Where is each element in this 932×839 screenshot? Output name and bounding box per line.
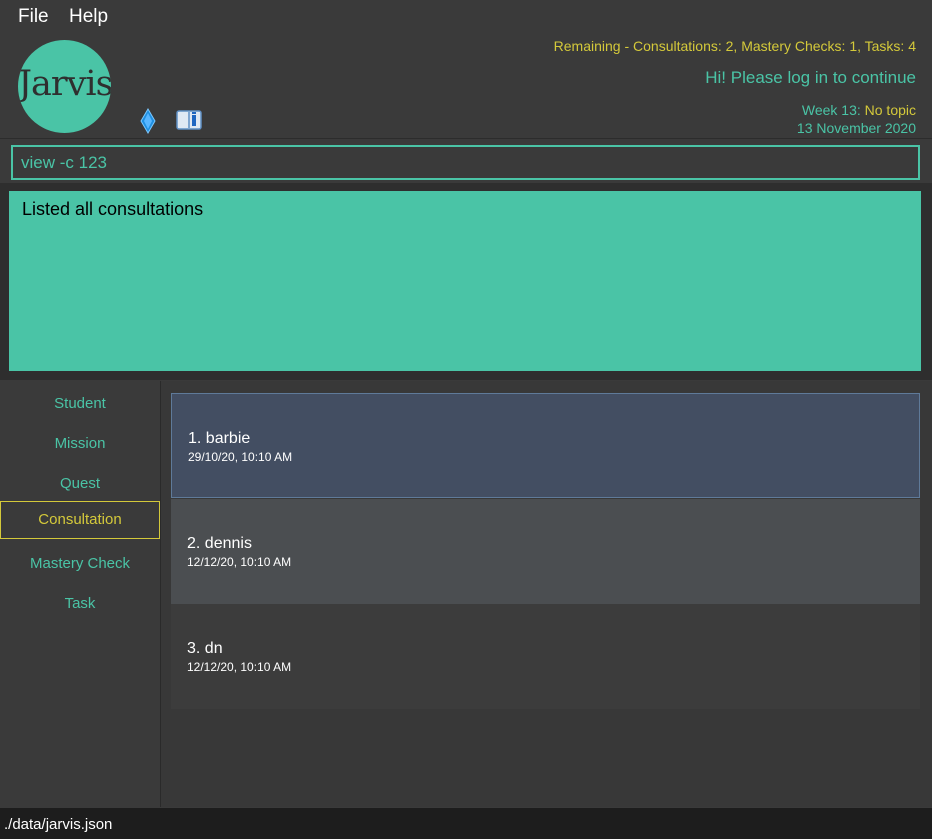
sidebar-item-consultation[interactable]: Consultation xyxy=(0,501,160,539)
logo-text: Jarvis xyxy=(18,64,111,104)
sidebar: Student Mission Quest Consultation Maste… xyxy=(0,381,161,807)
result-display: Listed all consultations xyxy=(9,191,921,371)
sidebar-item-mission[interactable]: Mission xyxy=(0,426,160,464)
consultation-title: 1. barbie xyxy=(188,430,251,447)
header-divider xyxy=(0,138,932,139)
week-topic: No topic xyxy=(864,102,916,118)
consultation-list: 1. barbie 29/10/20, 10:10 AM 2. dennis 1… xyxy=(161,381,932,807)
menu-file[interactable]: File xyxy=(18,6,49,28)
sidebar-item-mastery-check[interactable]: Mastery Check xyxy=(0,546,160,584)
login-greeting: Hi! Please log in to continue xyxy=(705,68,916,87)
consultation-datetime: 12/12/20, 10:10 AM xyxy=(187,555,292,569)
list-item[interactable]: 3. dn 12/12/20, 10:10 AM xyxy=(171,604,920,709)
command-input[interactable] xyxy=(11,145,920,180)
jarvis-logo: Jarvis xyxy=(18,40,111,133)
consultation-title: 2. dennis xyxy=(187,535,252,552)
consultation-datetime: 12/12/20, 10:10 AM xyxy=(187,660,292,674)
result-panel: Listed all consultations xyxy=(0,183,932,380)
current-date: 13 November 2020 xyxy=(796,120,916,136)
user-guide-icon[interactable] xyxy=(176,109,202,131)
week-info: Week 13: No topic xyxy=(802,102,916,118)
list-item[interactable]: 1. barbie 29/10/20, 10:10 AM xyxy=(171,393,920,498)
remaining-summary: Remaining - Consultations: 2, Mastery Ch… xyxy=(553,38,916,54)
menu-bar: File Help xyxy=(0,0,932,34)
menu-help[interactable]: Help xyxy=(69,6,108,28)
sidebar-item-quest[interactable]: Quest xyxy=(0,466,160,504)
consultation-datetime: 29/10/20, 10:10 AM xyxy=(188,450,293,464)
list-item[interactable]: 2. dennis 12/12/20, 10:10 AM xyxy=(171,499,920,604)
week-label: Week 13: xyxy=(801,102,865,118)
sidebar-item-student[interactable]: Student xyxy=(0,386,160,424)
sidebar-item-task[interactable]: Task xyxy=(0,586,160,624)
consultation-title: 3. dn xyxy=(187,640,223,657)
status-bar: ./data/jarvis.json xyxy=(0,808,932,839)
diamond-icon[interactable] xyxy=(140,108,156,134)
data-file-path: ./data/jarvis.json xyxy=(4,816,113,833)
